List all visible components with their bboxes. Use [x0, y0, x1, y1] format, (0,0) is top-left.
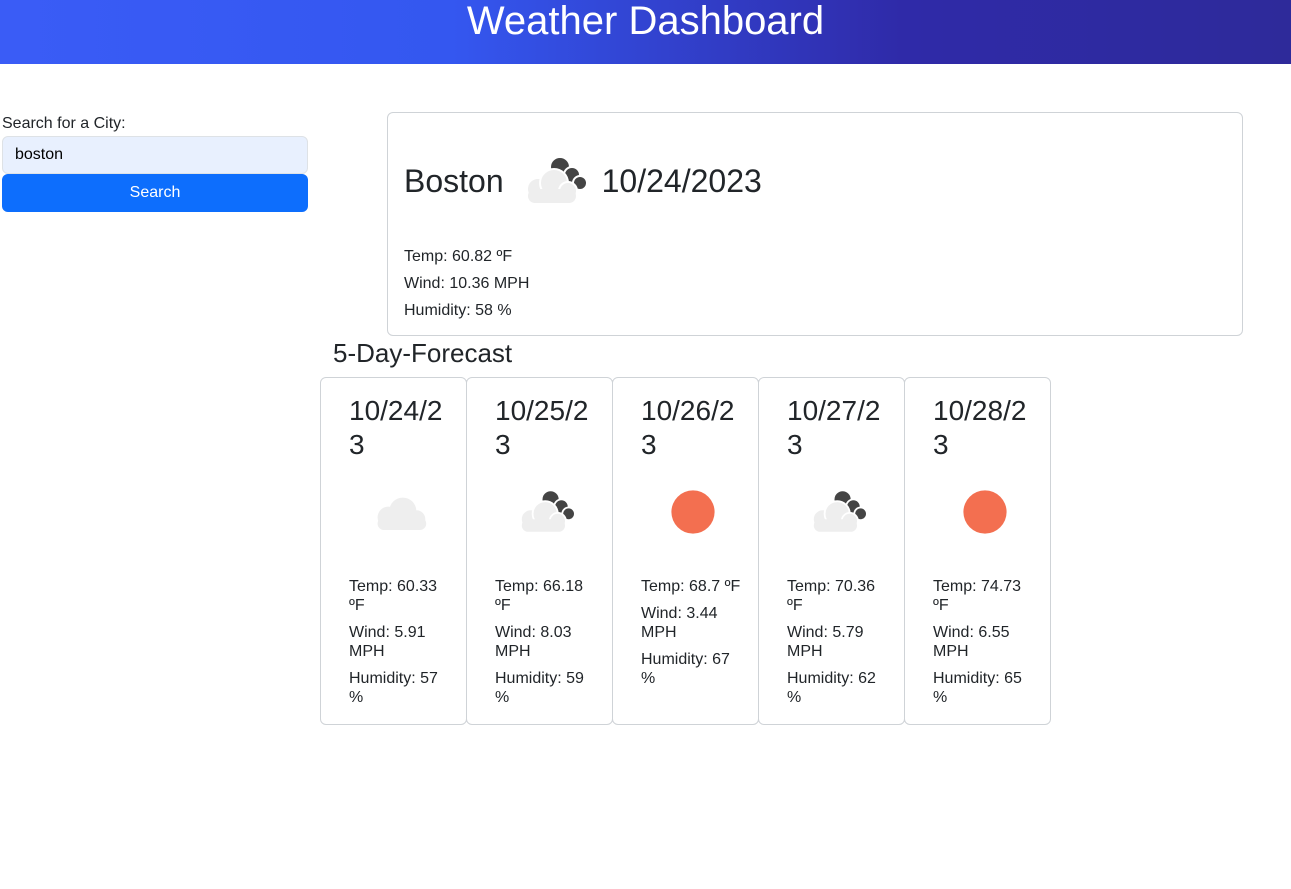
forecast-title: 5-Day-Forecast	[333, 338, 513, 368]
page-title: Weather Dashboard	[466, 0, 825, 43]
forecast-stats: Temp: 60.33 ºF Wind: 5.91 MPH Humidity: …	[349, 577, 449, 715]
forecast-humidity: Humidity: 67 %	[641, 651, 730, 687]
forecast-wind: Wind: 5.79 MPH	[787, 624, 864, 660]
forecast-date: 10/25/23	[495, 395, 589, 460]
forecast-wind: Wind: 8.03 MPH	[495, 624, 572, 660]
current-wind: Wind: 10.36 MPH	[404, 275, 530, 292]
forecast-humidity: Humidity: 57 %	[349, 670, 438, 706]
app-header: Weather Dashboard	[0, 0, 1291, 64]
forecast-humidity: Humidity: 65 %	[933, 670, 1022, 706]
current-humidity: Humidity: 58 %	[404, 302, 512, 319]
current-stats: Temp: 60.82 ºF Wind: 10.36 MPH Humidity:…	[404, 243, 529, 324]
forecast-card: 10/27/23 Temp: 70.36 ºF Wind: 5.79 MPH H…	[758, 377, 905, 725]
forecast-stats: Temp: 70.36 ºF Wind: 5.79 MPH Humidity: …	[787, 577, 887, 715]
sun-icon	[949, 482, 1021, 542]
search-label: Search for a City:	[2, 115, 126, 132]
forecast-wind: Wind: 5.91 MPH	[349, 624, 426, 660]
sun-icon	[657, 482, 729, 542]
city-search-input[interactable]	[2, 136, 308, 174]
forecast-card: 10/25/23 Temp: 66.18 ºF Wind: 8.03 MPH H…	[466, 377, 613, 725]
forecast-temp: Temp: 70.36 ºF	[787, 578, 876, 614]
search-button[interactable]: Search	[2, 174, 308, 212]
forecast-card: 10/26/23 Temp: 68.7 ºF Wind: 3.44 MPH Hu…	[612, 377, 759, 725]
forecast-temp: Temp: 60.33 ºF	[349, 578, 438, 614]
cloud-icon	[365, 482, 437, 542]
cloudy-night-icon	[803, 482, 875, 542]
forecast-stats: Temp: 66.18 ºF Wind: 8.03 MPH Humidity: …	[495, 577, 595, 715]
current-weather-card: Boston 10/24/2023 Temp: 60.82 ºF Wind: 1…	[387, 112, 1243, 336]
forecast-temp: Temp: 68.7 ºF	[641, 578, 741, 595]
forecast-date: 10/24/23	[349, 395, 443, 460]
forecast-date: 10/27/23	[787, 395, 881, 460]
current-weather-heading: Boston 10/24/2023	[404, 153, 762, 209]
forecast-card: 10/24/23 Temp: 60.33 ºF Wind: 5.91 MPH H…	[320, 377, 467, 725]
search-panel: Search for a City: Search	[2, 114, 308, 212]
forecast-humidity: Humidity: 62 %	[787, 670, 876, 706]
current-temp: Temp: 60.82 ºF	[404, 248, 513, 265]
forecast-wind: Wind: 6.55 MPH	[933, 624, 1010, 660]
cloudy-night-icon	[516, 153, 596, 209]
forecast-card: 10/28/23 Temp: 74.73 ºF Wind: 6.55 MPH H…	[904, 377, 1051, 725]
forecast-temp: Temp: 66.18 ºF	[495, 578, 584, 614]
forecast-temp: Temp: 74.73 ºF	[933, 578, 1022, 614]
forecast-humidity: Humidity: 59 %	[495, 670, 584, 706]
forecast-wind: Wind: 3.44 MPH	[641, 605, 718, 641]
forecast-date: 10/28/23	[933, 395, 1027, 460]
forecast-stats: Temp: 74.73 ºF Wind: 6.55 MPH Humidity: …	[933, 577, 1033, 715]
cloudy-night-icon	[511, 482, 583, 542]
forecast-date: 10/26/23	[641, 395, 735, 460]
current-date: 10/24/2023	[601, 163, 762, 199]
current-city-name: Boston	[404, 163, 504, 199]
forecast-row: 10/24/23 Temp: 60.33 ºF Wind: 5.91 MPH H…	[320, 377, 1051, 725]
forecast-stats: Temp: 68.7 ºF Wind: 3.44 MPH Humidity: 6…	[641, 577, 741, 696]
